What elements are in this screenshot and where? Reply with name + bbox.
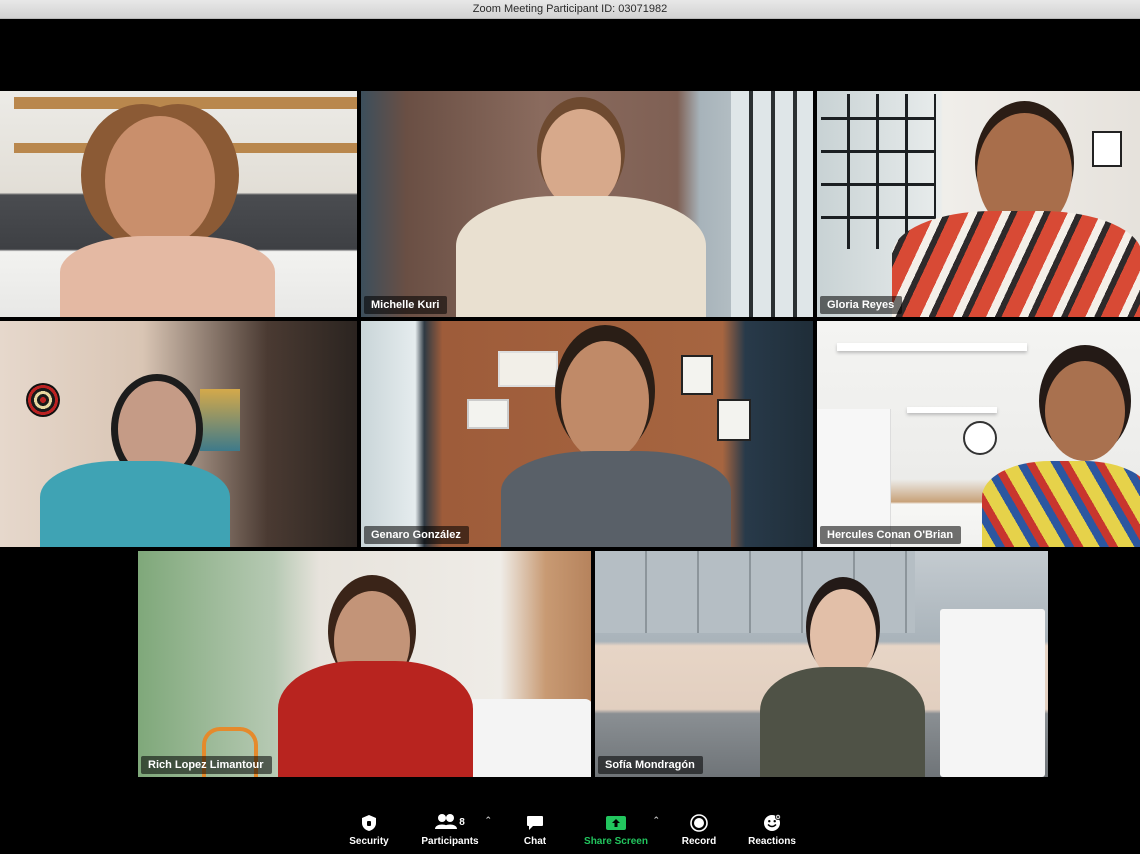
record-label: Record xyxy=(681,835,717,847)
dartboard xyxy=(26,383,60,417)
framed-photo xyxy=(498,351,558,387)
framed-certificate xyxy=(717,399,751,441)
participant-body xyxy=(456,196,706,317)
window xyxy=(731,91,813,317)
fridge xyxy=(940,609,1045,777)
framed-certificate xyxy=(467,399,509,429)
caret-up-icon[interactable]: ⌃ xyxy=(652,815,660,826)
video-tile-1[interactable] xyxy=(0,91,357,317)
shelf xyxy=(907,407,997,413)
participant-body xyxy=(40,461,230,547)
share-screen-icon xyxy=(605,812,627,834)
share-screen-label: Share Screen xyxy=(584,835,648,847)
participants-icon-group: 8 xyxy=(435,812,465,834)
frame xyxy=(1092,131,1122,167)
participant-face xyxy=(1045,361,1125,461)
participant-name: Genaro González xyxy=(364,526,469,544)
video-tile-7[interactable]: Rich Lopez Limantour xyxy=(138,551,591,777)
participant-face xyxy=(541,109,621,209)
participant-body xyxy=(892,211,1140,317)
participant-body xyxy=(278,661,473,777)
security-label: Security xyxy=(349,835,389,847)
share-screen-button[interactable]: Share Screen ⌃ xyxy=(578,805,660,853)
record-button[interactable]: Record xyxy=(674,805,724,853)
participants-count: 8 xyxy=(459,817,465,828)
participant-body xyxy=(501,451,731,547)
window-title: Zoom Meeting Participant ID: 03071982 xyxy=(472,3,668,15)
participant-face xyxy=(561,341,649,461)
poster xyxy=(200,389,240,451)
participant-name: Sofía Mondragón xyxy=(598,756,703,774)
participant-body xyxy=(60,236,275,317)
participant-name: Rich Lopez Limantour xyxy=(141,756,272,774)
people-icon xyxy=(435,813,458,832)
reactions-button[interactable]: Reactions xyxy=(742,805,802,853)
window-titlebar: Zoom Meeting Participant ID: 03071982 xyxy=(0,0,1140,19)
chat-bubble-icon xyxy=(526,812,544,834)
video-tile-6[interactable]: Hercules Conan O'Brian xyxy=(817,321,1140,547)
video-tile-8[interactable]: Sofía Mondragón xyxy=(595,551,1048,777)
framed-certificate xyxy=(681,355,713,395)
shield-icon xyxy=(361,812,377,834)
participant-body xyxy=(760,667,925,777)
participant-body xyxy=(982,461,1140,547)
participants-button[interactable]: 8 Participants ⌃ xyxy=(410,805,492,853)
wall-clock xyxy=(963,421,997,455)
participant-name: Gloria Reyes xyxy=(820,296,903,314)
video-gallery: Michelle Kuri Gloria Reyes Genaro Gonzál… xyxy=(0,19,1140,804)
participant-name: Michelle Kuri xyxy=(364,296,448,314)
participant-face xyxy=(105,116,215,246)
participant-name: Hercules Conan O'Brian xyxy=(820,526,962,544)
video-tile-4[interactable] xyxy=(0,321,357,547)
video-tile-2[interactable]: Michelle Kuri xyxy=(361,91,813,317)
video-tile-5[interactable]: Genaro González xyxy=(361,321,813,547)
security-button[interactable]: Security xyxy=(338,805,400,853)
meeting-toolbar: Security 8 Participants ⌃ Chat Share Scr… xyxy=(0,804,1140,854)
chat-button[interactable]: Chat xyxy=(510,805,560,853)
shelf xyxy=(837,343,1027,351)
video-tile-3[interactable]: Gloria Reyes xyxy=(817,91,1140,317)
reactions-label: Reactions xyxy=(748,835,796,847)
participants-label: Participants xyxy=(421,835,479,847)
chat-label: Chat xyxy=(523,835,547,847)
record-icon xyxy=(690,812,708,834)
smile-icon xyxy=(763,812,781,834)
caret-up-icon[interactable]: ⌃ xyxy=(484,815,492,826)
shelf xyxy=(14,97,357,109)
